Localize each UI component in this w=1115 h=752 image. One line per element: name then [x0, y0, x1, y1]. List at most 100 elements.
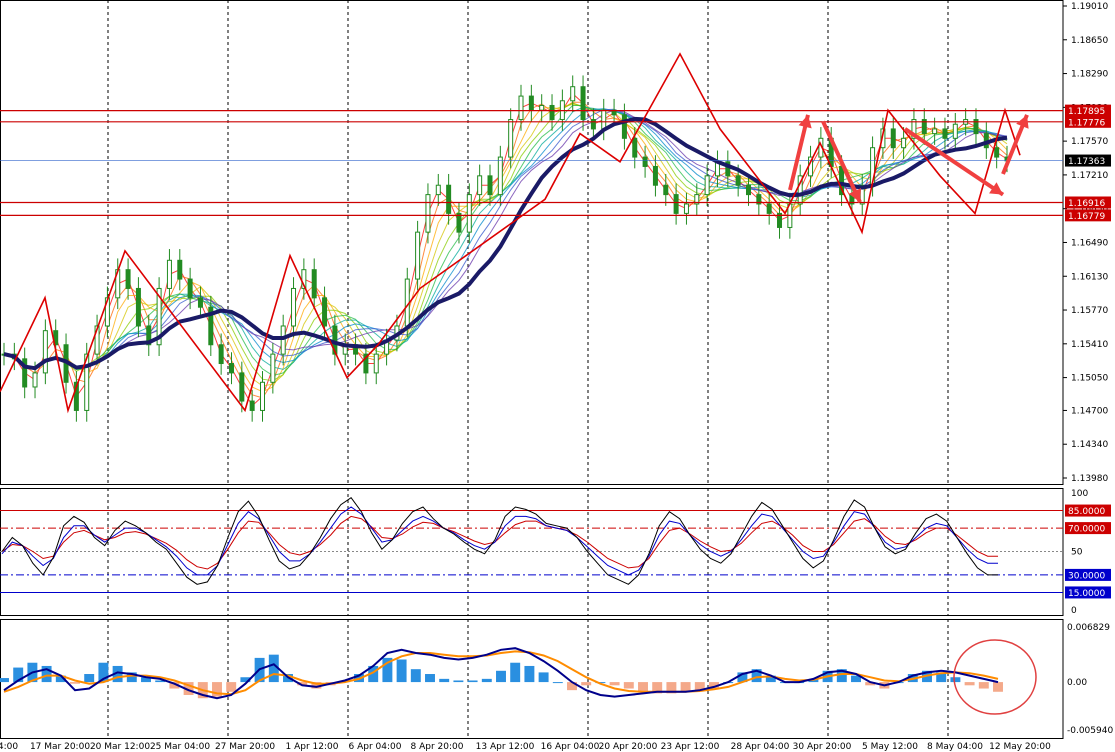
candle-body [260, 381, 266, 411]
level-price-label: 1.16916 [1068, 199, 1105, 209]
candle-body [497, 156, 503, 196]
macd-histogram-bar [439, 678, 450, 683]
candle-body [135, 287, 141, 327]
macd-histogram-bar [510, 662, 521, 683]
x-tick-label: 27 Mar 20:00 [215, 742, 275, 752]
y-tick-label: 50 [1071, 548, 1083, 558]
x-tick-label: 20 Mar 12:00 [90, 742, 150, 752]
panel-border [0, 0, 1064, 485]
y-tick-label: 1.16130 [1071, 272, 1108, 282]
chart-root: 1.190101.186501.182901.179301.175701.172… [0, 0, 1113, 752]
y-tick-label: 1.15770 [1071, 306, 1108, 316]
y-tick-label: 1.14700 [1071, 406, 1108, 416]
macd-histogram-bar [552, 682, 563, 684]
y-tick-label: 1.15410 [1071, 340, 1108, 350]
candle-body [280, 325, 286, 355]
candle-body [942, 128, 948, 139]
y-tick-label: 0.006829 [1067, 623, 1110, 633]
candle-body [311, 269, 317, 299]
macd-histogram-bar [609, 682, 620, 686]
x-tick-label: 28 Apr 04:00 [731, 742, 790, 752]
y-tick-label: 1.14340 [1071, 440, 1108, 450]
candle-body [518, 95, 524, 121]
macd-histogram-bar [623, 682, 634, 689]
macd-histogram-bar [680, 682, 691, 692]
candle-body [187, 278, 193, 299]
candle-body [425, 194, 431, 233]
candle-body [580, 86, 586, 121]
y-tick-label: 1.18290 [1071, 70, 1108, 80]
macd-histogram-bar [950, 677, 961, 683]
candle-body [508, 119, 514, 158]
candle-body [890, 128, 896, 149]
macd-histogram-bar [481, 678, 492, 683]
stoch-level-label: 15.0000 [1068, 589, 1105, 599]
ribbon-ma-line [3, 92, 1008, 407]
panel-border [0, 488, 1064, 616]
candle-body [704, 175, 710, 196]
stoch-red-line [1, 515, 998, 570]
candle-body [952, 123, 958, 139]
x-tick-label: 1 Apr 12:00 [286, 742, 339, 752]
x-tick-label: 25 Mar 04:00 [150, 742, 210, 752]
stoch-level-label: 30.0000 [1068, 571, 1105, 581]
candle-body [528, 95, 534, 111]
ribbon-ma-line [3, 103, 1008, 387]
macd-histogram-bar [496, 670, 506, 683]
y-tick-label: 1.19010 [1071, 2, 1108, 12]
candle-body [477, 175, 483, 196]
candle-body [901, 137, 907, 149]
candle-body [456, 212, 462, 233]
x-tick-label: 17 Mar 20:00 [30, 742, 90, 752]
ribbon-ma-line [3, 101, 1008, 399]
macd-histogram-bar [581, 682, 592, 686]
price-panel: 1.190101.186501.182901.179301.175701.172… [0, 0, 1111, 738]
candle-body [487, 175, 493, 196]
candle-body [683, 203, 689, 214]
level-price-label: 1.17776 [1068, 118, 1105, 128]
y-tick-label: -0.005940 [1067, 726, 1113, 736]
candle-body [642, 156, 648, 167]
x-tick-label: 8 May 04:00 [927, 742, 983, 752]
candle-body [228, 363, 234, 374]
y-tick-label: 1.18650 [1071, 36, 1108, 46]
level-price-label: 1.17895 [1068, 107, 1105, 117]
macd-histogram-bar [0, 678, 9, 683]
stoch-level-label: 70.0000 [1068, 525, 1105, 535]
highlight-circle [953, 639, 1037, 715]
macd-histogram-bar [425, 674, 435, 683]
macd-histogram-bar [964, 682, 975, 686]
stoch-blue-line [1, 506, 998, 576]
macd-histogram-bar [638, 682, 648, 692]
macd-histogram-bar [410, 669, 421, 683]
candle-body [166, 259, 172, 289]
candle-body [218, 344, 224, 365]
x-tick-label: 12 May 20:00 [989, 742, 1051, 752]
macd-histogram-bar [396, 659, 407, 683]
candle-body [466, 194, 472, 233]
macd-histogram-bar [467, 680, 478, 683]
macd-histogram-bar [226, 682, 237, 692]
x-tick-label: 6 Apr 04:00 [349, 742, 402, 752]
level-price-label: 1.16779 [1068, 212, 1105, 222]
y-tick-label: 1.17570 [1071, 137, 1108, 147]
y-tick-label: 0 [1071, 606, 1077, 616]
candle-body [932, 128, 938, 135]
x-tick-label: 8 Apr 20:00 [411, 742, 464, 752]
candle-body [322, 297, 328, 327]
candle-body [735, 175, 741, 186]
candle-body [601, 109, 607, 130]
x-tick-label: 4:00 [0, 742, 18, 752]
candle-body [673, 194, 679, 214]
y-tick-label: 1.15050 [1071, 374, 1108, 384]
candle-body [415, 231, 421, 280]
candle-body [994, 147, 1000, 158]
candle-body [373, 353, 379, 374]
candle-body [663, 184, 669, 196]
macd-histogram-bar [84, 674, 95, 683]
x-tick-label: 30 Apr 20:00 [793, 742, 852, 752]
candle-body [435, 184, 441, 196]
candle-body [249, 400, 255, 411]
macd-histogram-bar [993, 682, 1003, 692]
x-tick-label: 5 May 12:00 [862, 742, 918, 752]
